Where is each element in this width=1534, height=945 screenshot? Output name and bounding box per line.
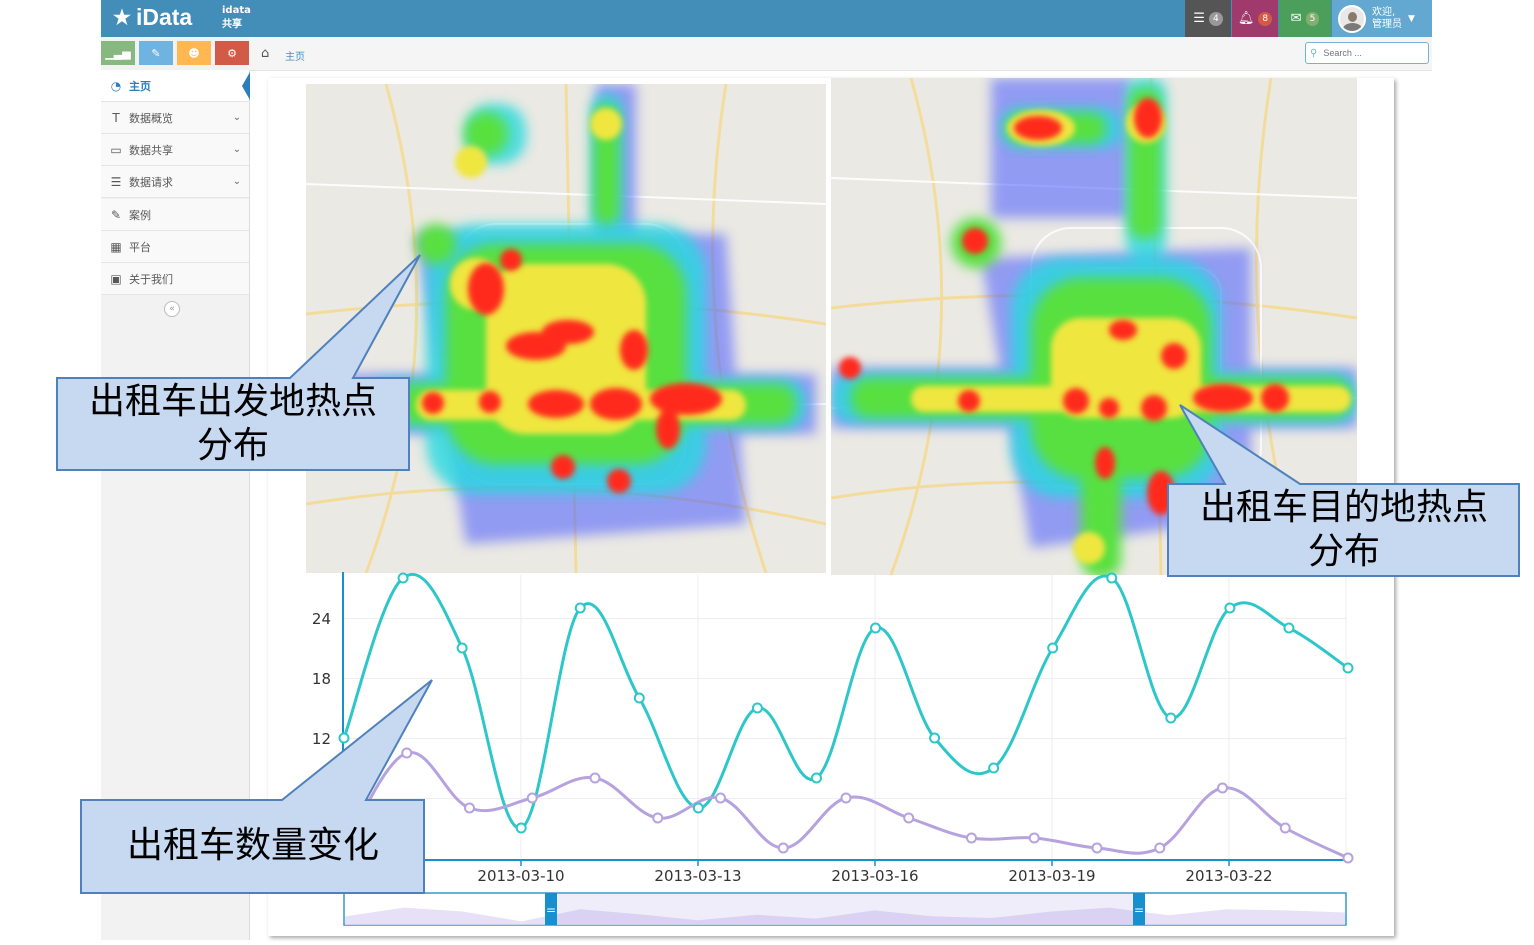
x-tick-label: 2013-03-22: [1185, 867, 1272, 885]
data-point: [338, 732, 350, 744]
data-point: [751, 702, 763, 714]
y-tick-label: 18: [312, 670, 331, 688]
data-point: [633, 692, 645, 704]
datazoom-window[interactable]: [551, 894, 1139, 924]
data-point: [1217, 782, 1228, 794]
data-point: [988, 762, 1000, 774]
data-point: [1283, 622, 1295, 634]
y-tick-label: 12: [312, 730, 331, 748]
data-point: [1342, 662, 1354, 674]
data-point: [1224, 602, 1236, 614]
chart-points: [338, 572, 1354, 864]
data-point: [456, 642, 468, 654]
datazoom-slider[interactable]: = =: [343, 892, 1347, 926]
data-point: [589, 772, 601, 784]
chart-ticks: 12 18 24 2013-03-10 2013-03-13 2013-03-16 2013…: [312, 610, 1273, 885]
data-point: [1279, 822, 1291, 834]
left-handle-grip-icon: =: [546, 903, 556, 917]
data-point: [840, 792, 852, 804]
data-point: [1047, 642, 1059, 654]
data-point: [574, 602, 586, 614]
data-point: [966, 832, 977, 844]
data-point: [1028, 832, 1040, 844]
data-point: [652, 812, 664, 824]
chart-series: [342, 573, 1349, 860]
destination-callout-text: 出租车目的地热点 分布: [1199, 487, 1488, 572]
x-tick-label: 2013-03-13: [654, 867, 741, 885]
data-point: [397, 572, 409, 584]
count-callout-text: 出租车数量变化: [126, 825, 379, 866]
chart-grid: [344, 575, 1347, 860]
data-point: [515, 822, 527, 834]
data-point: [929, 732, 941, 744]
data-point: [464, 802, 475, 814]
data-point: [1154, 842, 1166, 854]
data-point: [715, 792, 726, 804]
right-handle-grip-icon: =: [1134, 903, 1144, 917]
data-point: [526, 792, 538, 804]
data-point: [1106, 572, 1118, 584]
chart-axes: [342, 572, 1348, 861]
data-point: [1091, 842, 1103, 854]
y-tick-label: 24: [312, 610, 331, 628]
origin-callout-text: 出租车出发地热点 分布: [88, 381, 377, 466]
data-point: [903, 812, 915, 824]
data-point: [777, 842, 789, 854]
data-point: [692, 802, 704, 814]
data-point: [870, 622, 882, 634]
x-tick-label: 2013-03-19: [1008, 867, 1095, 885]
data-point: [1165, 712, 1177, 724]
x-tick-label: 2013-03-16: [831, 867, 918, 885]
data-point: [401, 747, 413, 759]
series-line-1: [342, 573, 1349, 830]
data-point: [1342, 852, 1354, 864]
x-tick-label: 2013-03-10: [477, 867, 564, 885]
data-point: [810, 772, 822, 784]
